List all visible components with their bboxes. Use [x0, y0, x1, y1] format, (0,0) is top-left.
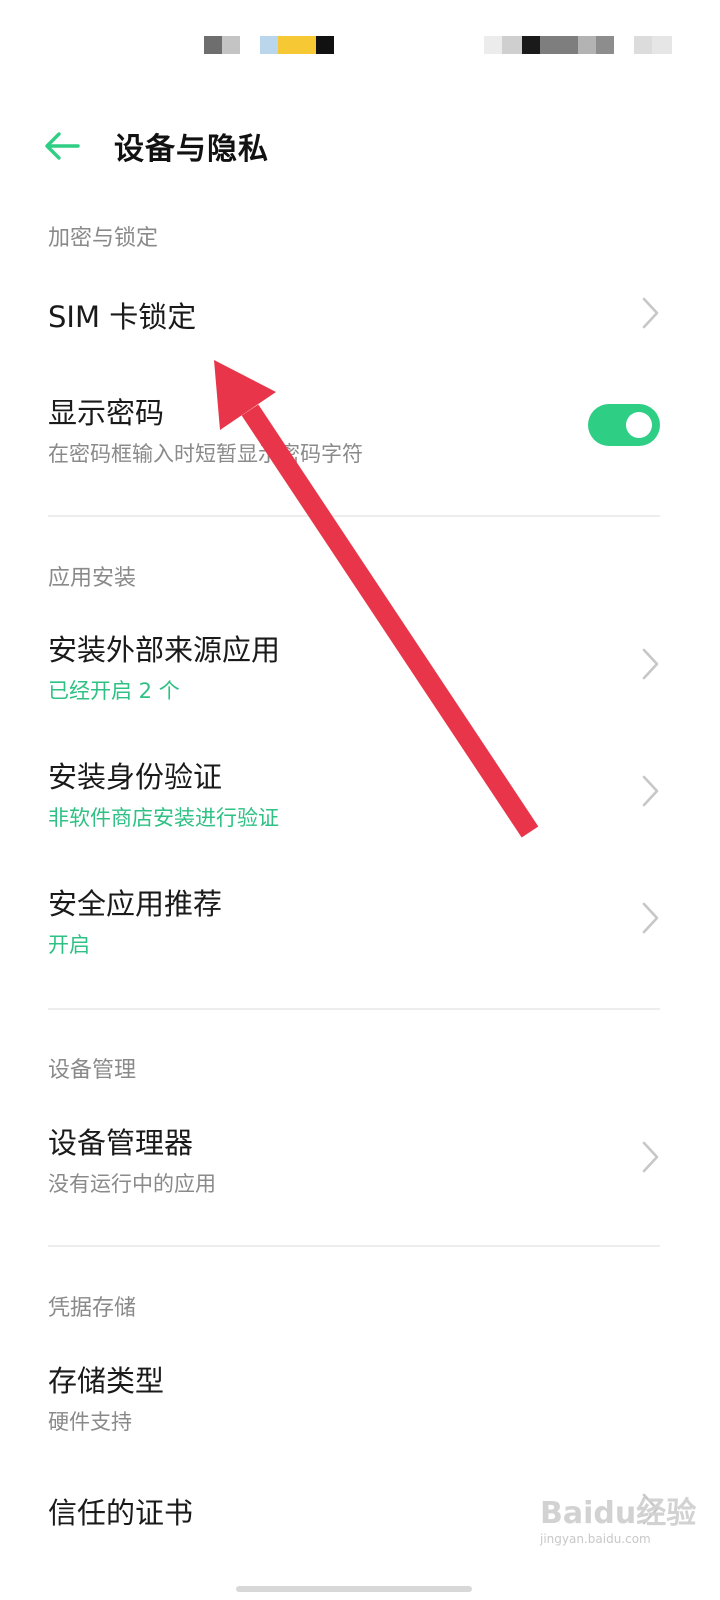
chevron-right-icon: [642, 902, 659, 934]
install-external-sources-label: 安装外部来源应用: [48, 633, 281, 667]
page-title: 设备与隐私: [114, 132, 269, 167]
show-password-label: 显示密码: [48, 396, 165, 430]
section-title-encryption: 加密与锁定: [48, 226, 159, 251]
status-icon: [652, 36, 672, 54]
status-icon: [578, 36, 596, 54]
watermark-url: jingyan.baidu.com: [540, 1532, 651, 1546]
status-icon: [278, 36, 316, 54]
status-icon: [522, 36, 540, 54]
chevron-right-icon: [642, 297, 659, 329]
status-icon: [634, 36, 652, 54]
storage-type-value: 硬件支持: [48, 1410, 132, 1434]
security-app-recommend-row[interactable]: 安全应用推荐 开启: [0, 869, 720, 969]
sim-lock-row[interactable]: SIM 卡锁定: [0, 280, 720, 350]
status-icon: [260, 36, 278, 54]
show-password-description: 在密码框输入时短暂显示密码字符: [48, 442, 363, 466]
status-icon: [222, 36, 240, 54]
storage-type-row: 存储类型 硬件支持: [0, 1346, 720, 1446]
home-indicator[interactable]: [236, 1586, 472, 1592]
install-verification-label: 安装身份验证: [48, 760, 223, 794]
trusted-certificates-label: 信任的证书: [48, 1496, 194, 1530]
baidu-watermark-logo: Baidu经验 jingyan.baidu.com: [540, 1488, 710, 1560]
section-divider: [48, 1008, 660, 1010]
chevron-right-icon: [642, 1141, 659, 1173]
section-title-device-management: 设备管理: [48, 1058, 137, 1083]
device-admin-status: 没有运行中的应用: [48, 1172, 216, 1196]
security-app-recommend-status: 开启: [48, 933, 90, 957]
status-icon: [316, 36, 334, 54]
chevron-right-icon: [642, 648, 659, 680]
install-external-sources-status: 已经开启 2 个: [48, 679, 180, 703]
app-header: 设备与隐私: [0, 116, 720, 176]
screen: 设备与隐私 加密与锁定 SIM 卡锁定 显示密码 在密码框输入时短暂显示密码字符…: [0, 0, 720, 1600]
storage-type-label: 存储类型: [48, 1364, 165, 1398]
device-admin-label: 设备管理器: [48, 1126, 194, 1160]
sim-lock-label: SIM 卡锁定: [48, 300, 197, 334]
device-admin-row[interactable]: 设备管理器 没有运行中的应用: [0, 1108, 720, 1208]
section-divider: [48, 515, 660, 517]
show-password-toggle[interactable]: [588, 404, 660, 446]
security-app-recommend-label: 安全应用推荐: [48, 887, 223, 921]
status-icon: [204, 36, 222, 54]
section-divider: [48, 1245, 660, 1247]
install-external-sources-row[interactable]: 安装外部来源应用 已经开启 2 个: [0, 615, 720, 715]
install-verification-status: 非软件商店安装进行验证: [48, 806, 279, 830]
back-arrow-icon[interactable]: [42, 128, 82, 164]
status-icon: [502, 36, 522, 54]
status-icon: [540, 36, 578, 54]
section-title-credential-storage: 凭据存储: [48, 1296, 137, 1321]
status-bar: [0, 36, 720, 54]
show-password-row[interactable]: 显示密码 在密码框输入时短暂显示密码字符: [0, 378, 720, 478]
chevron-right-icon: [642, 775, 659, 807]
status-icon: [484, 36, 502, 54]
section-title-app-install: 应用安装: [48, 566, 137, 591]
toggle-knob: [626, 412, 652, 438]
install-verification-row[interactable]: 安装身份验证 非软件商店安装进行验证: [0, 742, 720, 842]
watermark-text: Baidu经验: [540, 1496, 697, 1531]
status-icon: [596, 36, 614, 54]
